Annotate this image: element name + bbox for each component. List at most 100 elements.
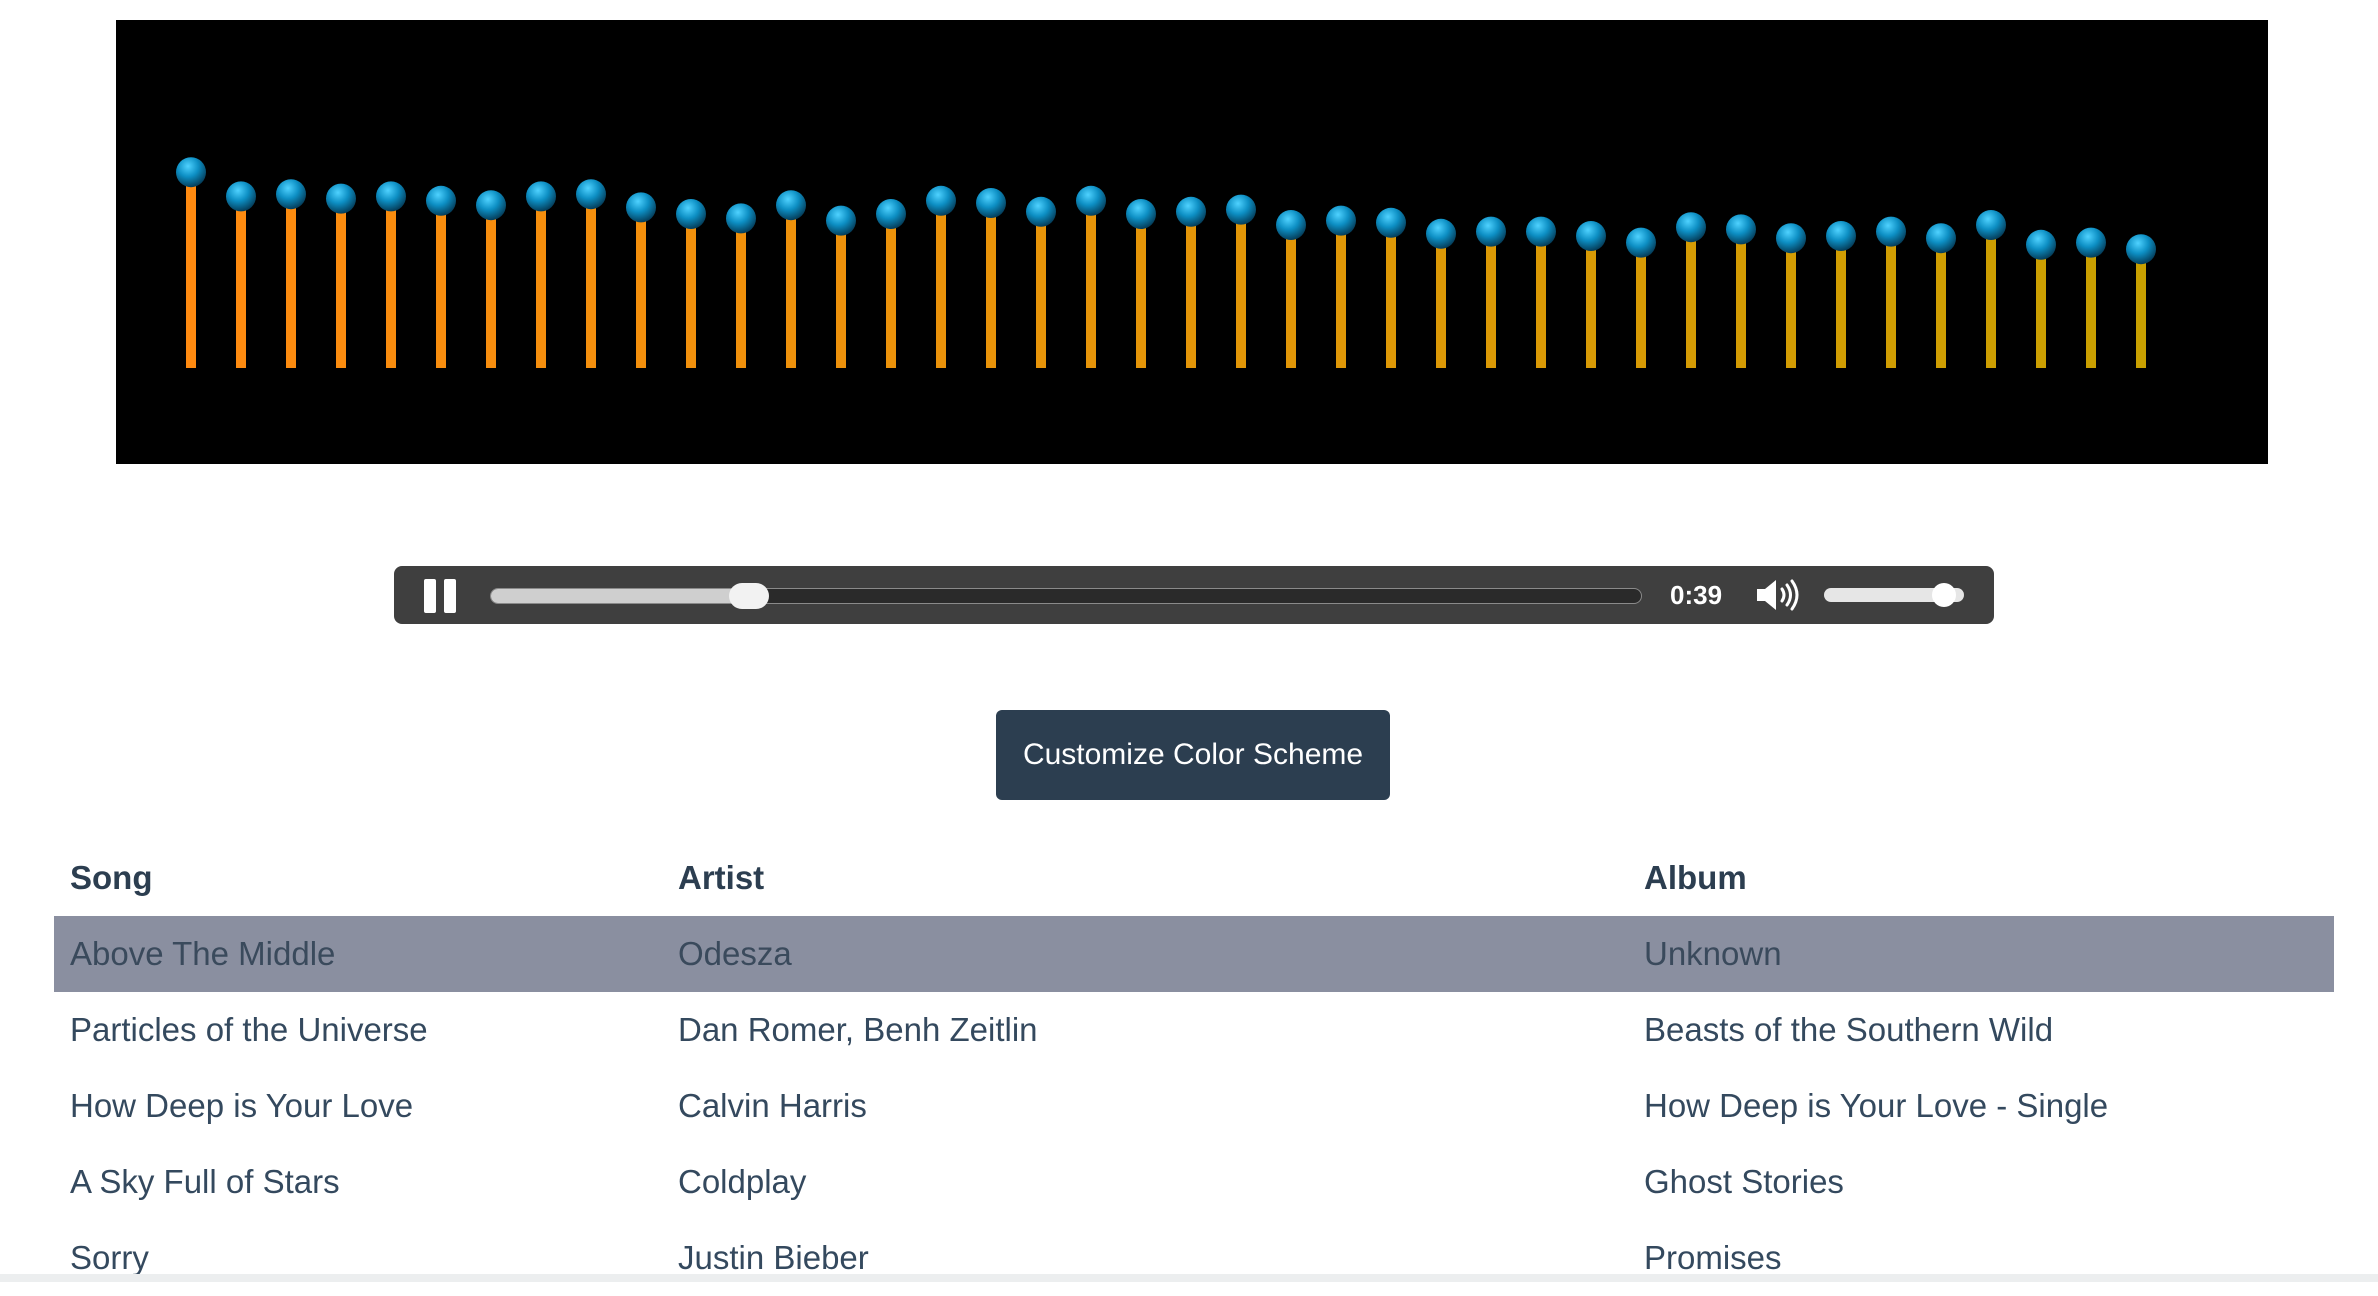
visualizer-bar [186,172,196,368]
visualizer-bar [2136,249,2146,368]
visualizer-bar [1336,220,1346,368]
seek-progress [491,589,749,603]
table-row[interactable]: How Deep is Your Love Calvin Harris How De… [54,1068,2334,1144]
customize-color-scheme-button[interactable]: Customize Color Scheme [996,710,1390,800]
visualizer-bar [836,220,846,368]
visualizer-bar-cap [1126,199,1156,229]
visualizer-bar-cap [1476,216,1506,247]
visualizer-bar-cap [626,192,656,223]
visualizer-bar [2036,244,2046,368]
column-header-artist[interactable]: Artist [662,840,1628,916]
column-header-song[interactable]: Song [54,840,662,916]
visualizer-bar-cap [926,185,956,216]
visualizer-bar [1536,231,1546,368]
visualizer-bar-cap [1226,194,1256,225]
visualizer-bar-cap [276,179,306,210]
visualizer-bar-cap [376,181,406,212]
song-table: Song Artist Album Above The Middle Odesza… [54,840,2334,1296]
visualizer-bar-cap [1626,227,1656,258]
visualizer-bar-cap [1576,221,1606,251]
visualizer-bar [1836,236,1846,368]
cell-album: Beasts of the Southern Wild [1644,1011,2054,1048]
visualizer-bar [1436,233,1446,368]
visualizer-bar-cap [776,190,806,221]
visualizer-bar [236,196,246,368]
seek-thumb[interactable] [728,583,769,609]
volume-thumb[interactable] [1932,583,1957,607]
visualizer-bar [336,198,346,368]
visualizer-bar-cap [1826,221,1856,251]
speaker-volume-icon[interactable] [1754,576,1804,614]
visualizer-bar [536,196,546,368]
cell-artist: Justin Bieber [678,1239,869,1276]
visualizer-bar [786,205,796,368]
seek-slider[interactable] [490,583,1642,609]
table-row[interactable]: A Sky Full of Stars Coldplay Ghost Stories [54,1144,2334,1220]
visualizer-bar [2086,242,2096,368]
visualizer-bar-cap [326,183,356,214]
visualizer-bar-cap [1676,212,1706,243]
visualizer-bar [1186,211,1196,368]
visualizer-bar [286,194,296,368]
visualizer-bar [586,194,596,368]
visualizer-bar-cap [1876,216,1906,247]
cell-artist: Calvin Harris [678,1087,867,1124]
visualizer-bar [1636,242,1646,368]
visualizer-bar-cap [976,188,1006,218]
visualizer-bar [1586,236,1596,368]
cell-album: Ghost Stories [1644,1163,1844,1200]
column-header-album[interactable]: Album [1628,840,2334,916]
visualizer-bar [436,200,446,368]
visualizer-bar-cap [1976,210,2006,240]
visualizer-bar [1786,238,1796,368]
visualizer-bar-cap [1426,218,1456,249]
visualizer-bar [936,200,946,368]
cell-album: Unknown [1628,916,2334,992]
visualizer-bar-cap [2026,229,2056,260]
visualizer-bar-cap [676,199,706,229]
visualizer-bar-cap [226,181,256,212]
visualizer-bar [1036,211,1046,368]
visualizer-bar-cap [526,181,556,212]
visualizer-bar [1086,200,1096,368]
visualizer-bar-cap [726,203,756,234]
table-row[interactable]: Sorry Justin Bieber Promises [54,1220,2334,1296]
visualizer-bar-cap [1926,223,1956,254]
visualizer-bar-cap [826,205,856,236]
visualizer-bar-cap [1526,216,1556,247]
table-row[interactable]: Particles of the Universe Dan Romer, Benh… [54,992,2334,1068]
visualizer-bar [886,214,896,368]
cell-song: Sorry [70,1239,149,1276]
pause-icon [424,579,436,613]
cell-song: How Deep is Your Love [70,1087,414,1124]
visualizer-bar [1986,225,1996,368]
visualizer-bar-cap [176,157,206,188]
cell-artist: Odesza [662,916,1628,992]
cell-album: Promises [1644,1239,1782,1276]
visualizer-bar [1386,222,1396,368]
visualizer-bar-cap [1776,223,1806,254]
visualizer-bar-cap [2126,234,2156,265]
visualizer-bar [1236,209,1246,368]
pause-button[interactable] [424,579,458,613]
visualizer-bar-cap [576,179,606,210]
audio-visualizer [116,20,2268,464]
current-time: 0:39 [1670,580,1723,610]
visualizer-bar [1136,214,1146,368]
visualizer-bar [636,207,646,368]
volume-slider[interactable] [1824,583,1964,607]
cell-song: A Sky Full of Stars [70,1163,340,1200]
visualizer-bar-cap [1026,196,1056,227]
cell-song: Particles of the Universe [70,1011,428,1048]
cell-artist: Coldplay [678,1163,807,1200]
table-row[interactable]: Above The Middle Odesza Unknown [54,916,2334,992]
visualizer-bar-cap [1376,207,1406,238]
visualizer-bar-cap [876,199,906,229]
visualizer-bar-cap [1326,205,1356,236]
visualizer-bars [176,157,2156,368]
visualizer-bar-cap [1176,196,1206,227]
visualizer-bar [686,214,696,368]
page-bottom-edge [0,1274,2378,1282]
cell-song: Above The Middle [54,916,662,992]
visualizer-bar-cap [476,190,506,221]
